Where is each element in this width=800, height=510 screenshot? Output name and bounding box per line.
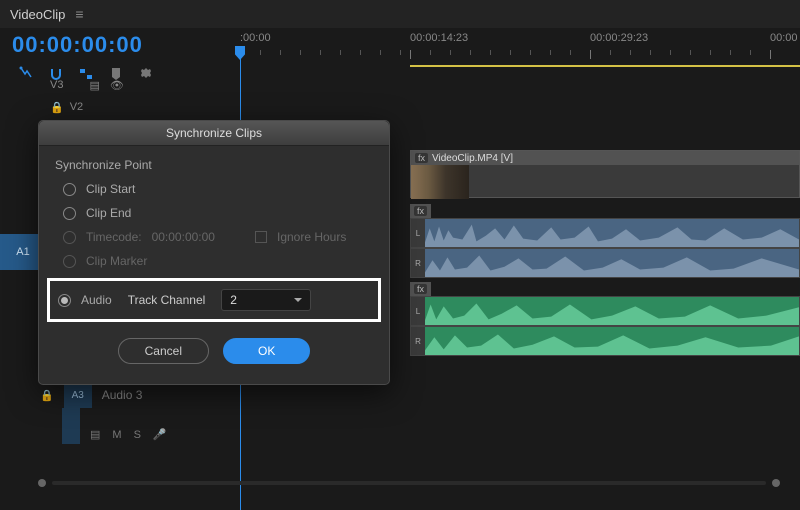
audio-clip-a2-r[interactable]: R <box>410 326 800 356</box>
mute-letter[interactable]: M <box>112 429 121 441</box>
track-a3-label: Audio 3 <box>102 388 143 402</box>
ok-button[interactable]: OK <box>223 338 310 364</box>
ruler-label: 00:00:29:23 <box>590 32 648 44</box>
eye-icon[interactable]: 👁 <box>110 79 124 92</box>
lock-icon[interactable]: 🔒 <box>40 389 54 402</box>
mic-icon[interactable]: 🎤 <box>153 428 167 441</box>
film-icon[interactable]: ▤ <box>90 428 100 441</box>
ruler-ticks <box>240 50 800 62</box>
ruler-label: 00:00:14:23 <box>410 32 468 44</box>
horizontal-scrollbar[interactable] <box>38 478 780 488</box>
dialog-title: Synchronize Clips <box>39 121 389 146</box>
clip-name: VideoClip.MP4 [V] <box>432 153 513 164</box>
audio-option-highlight: Audio Track Channel 2 <box>47 278 381 322</box>
track-head-a3[interactable]: A3 <box>64 382 92 408</box>
timeline-ruler[interactable]: :00:00 00:00:14:23 00:00:29:23 00:00 <box>240 32 800 52</box>
fx-badge: fx <box>410 204 431 218</box>
synchronize-clips-dialog: Synchronize Clips Synchronize Point Clip… <box>38 120 390 385</box>
track-head-v3[interactable]: V3 ▤👁 <box>0 74 240 96</box>
scroll-knob-left[interactable] <box>38 479 46 487</box>
radio-clip-end[interactable]: Clip End <box>55 206 373 220</box>
film-icon[interactable]: ▤ <box>89 79 99 92</box>
radio-timecode: Timecode: 00:00:00:00 Ignore Hours <box>55 230 373 244</box>
fx-badge: fx <box>415 153 428 163</box>
radio-clip-marker: Clip Marker <box>55 254 373 268</box>
track-selection-indicator <box>62 408 80 444</box>
audio-clip-a1-l[interactable]: L <box>410 218 800 248</box>
radio-clip-start[interactable]: Clip Start <box>55 182 373 196</box>
video-clip[interactable]: fx VideoClip.MP4 [V] <box>410 150 800 198</box>
audio-clip-a1-r[interactable]: R <box>410 248 800 278</box>
solo-letter[interactable]: S <box>134 429 141 441</box>
current-timecode[interactable]: 00:00:00:00 <box>12 32 143 58</box>
ruler-label: 00:00 <box>770 32 798 44</box>
fx-badge: fx <box>410 282 431 296</box>
track-footer-tools: ▤ M S 🎤 <box>90 428 167 441</box>
panel-menu-icon[interactable]: ≡ <box>75 6 83 22</box>
radio-audio[interactable]: Audio <box>58 293 112 307</box>
ruler-label: :00:00 <box>240 32 271 44</box>
timecode-value: 00:00:00:00 <box>152 230 215 244</box>
work-area-bar[interactable] <box>410 65 800 67</box>
track-head-v2[interactable]: 🔒V2 <box>0 96 240 118</box>
sequence-name: VideoClip <box>10 7 65 22</box>
sync-point-label: Synchronize Point <box>55 158 373 172</box>
track-channel-label: Track Channel <box>128 293 206 307</box>
lock-icon[interactable]: 🔒 <box>50 101 64 114</box>
audio-clip-a2-l[interactable]: L <box>410 296 800 326</box>
scroll-knob-right[interactable] <box>772 479 780 487</box>
cancel-button[interactable]: Cancel <box>118 338 209 364</box>
track-channel-select[interactable]: 2 <box>221 289 311 311</box>
ignore-hours-checkbox <box>255 231 267 243</box>
clip-thumbnail <box>411 165 469 199</box>
